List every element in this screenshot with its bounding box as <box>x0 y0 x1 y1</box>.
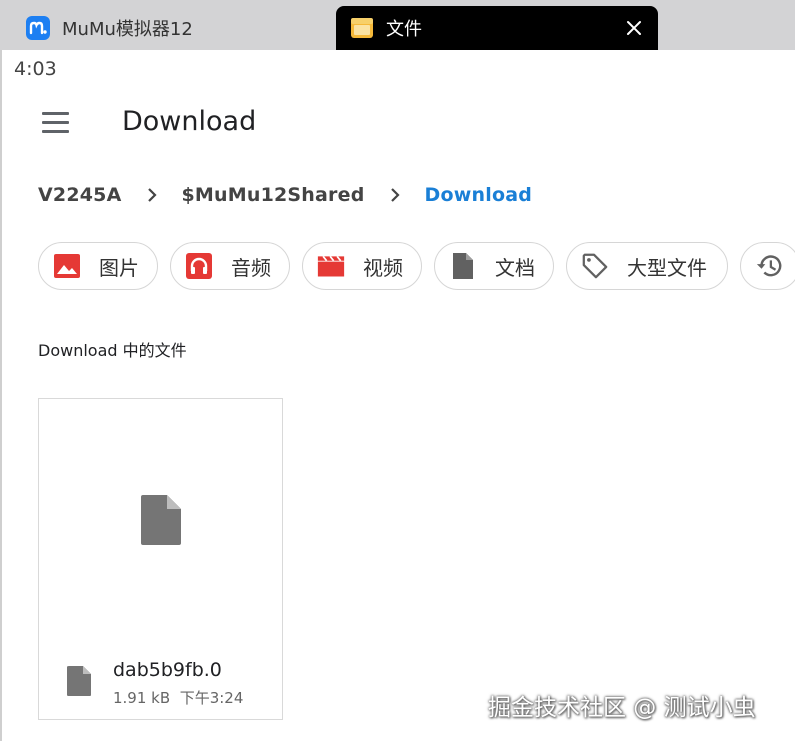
emulator-window: MuMu模拟器12 文件 4:03 Download V2245A $MuMu1… <box>0 0 795 741</box>
chevron-right-icon <box>365 181 425 209</box>
status-bar-time: 4:03 <box>14 58 57 80</box>
file-icon <box>141 495 181 545</box>
chip-label: 音频 <box>231 255 271 280</box>
window-tab-bar: MuMu模拟器12 文件 <box>0 0 795 50</box>
file-card[interactable]: dab5b9fb.0 1.91 kB 下午3:24 <box>38 398 283 720</box>
file-size: 1.91 kB <box>113 689 171 707</box>
page-title: Download <box>122 106 257 137</box>
tab-mumu-emulator[interactable]: MuMu模拟器12 <box>14 6 330 50</box>
chip-label: 视频 <box>363 255 403 280</box>
chip-large-files[interactable]: 大型文件 <box>566 242 728 290</box>
chip-documents[interactable]: 文档 <box>434 242 554 290</box>
chevron-right-icon <box>122 181 182 209</box>
file-time: 下午3:24 <box>179 689 244 707</box>
window-border <box>0 50 2 741</box>
headphones-icon <box>185 252 213 280</box>
history-icon <box>755 252 783 280</box>
file-meta: 1.91 kB 下午3:24 <box>113 687 243 708</box>
movie-clapper-icon <box>317 252 345 280</box>
chip-images[interactable]: 图片 <box>38 242 158 290</box>
breadcrumb-item-shared[interactable]: $MuMu12Shared <box>182 184 365 206</box>
mumu-logo-icon <box>26 16 50 40</box>
section-heading: Download 中的文件 <box>38 341 187 360</box>
chip-label: 图片 <box>99 255 139 280</box>
tab-label: MuMu模拟器12 <box>62 19 193 40</box>
tab-files[interactable]: 文件 <box>336 6 658 50</box>
breadcrumb-item-device[interactable]: V2245A <box>38 184 122 206</box>
watermark: 掘金技术社区 @ 测试小虫 <box>488 695 756 721</box>
tab-label: 文件 <box>386 19 422 40</box>
breadcrumb-item-current[interactable]: Download <box>425 184 533 206</box>
close-icon[interactable] <box>622 16 646 40</box>
tag-icon <box>581 252 609 280</box>
file-icon <box>67 666 91 696</box>
file-name: dab5b9fb.0 <box>113 659 222 681</box>
chip-video[interactable]: 视频 <box>302 242 422 290</box>
folder-icon <box>351 18 373 38</box>
hamburger-menu-icon[interactable] <box>36 106 76 140</box>
document-icon <box>449 252 477 280</box>
image-icon <box>53 252 81 280</box>
chip-audio[interactable]: 音频 <box>170 242 290 290</box>
chip-label: 文档 <box>495 255 535 280</box>
chip-recent[interactable] <box>740 242 795 290</box>
chip-label: 大型文件 <box>627 255 707 280</box>
breadcrumb: V2245A $MuMu12Shared Download <box>38 181 532 209</box>
